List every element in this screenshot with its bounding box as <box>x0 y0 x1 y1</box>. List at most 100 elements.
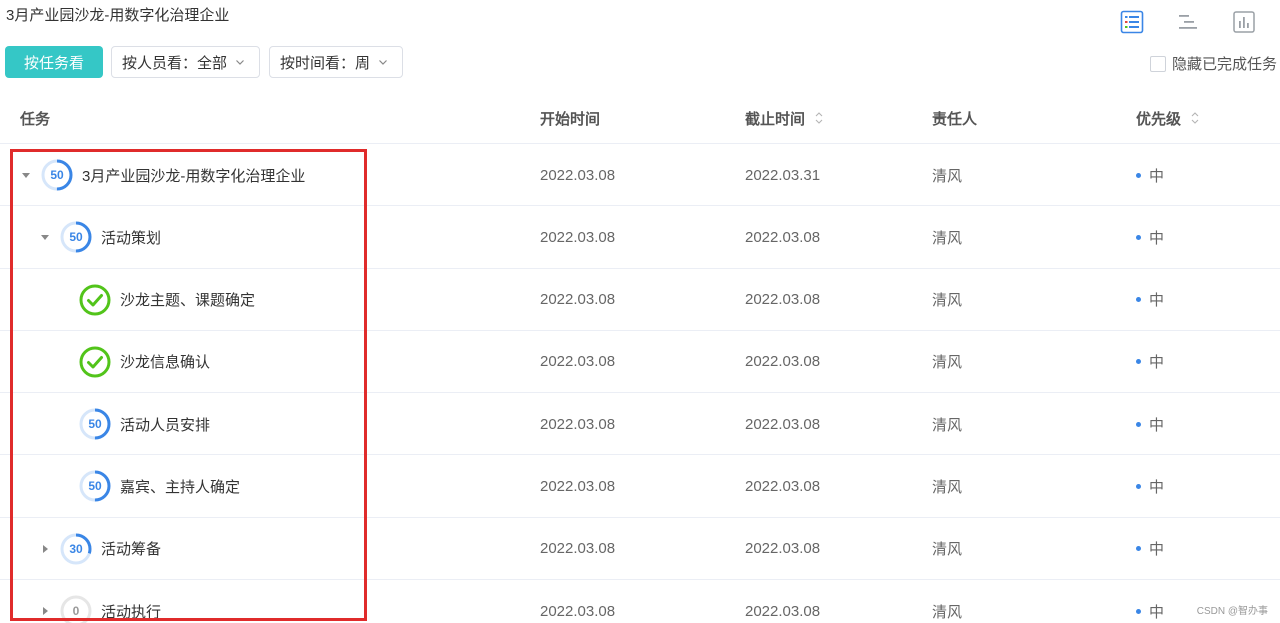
task-name[interactable]: 沙龙信息确认 <box>120 351 210 372</box>
header-priority[interactable]: 优先级 <box>1136 92 1199 144</box>
progress-ring: 0 <box>59 594 93 623</box>
start-date: 2022.03.08 <box>540 291 616 309</box>
table-header: 任务 开始时间 截止时间 责任人 优先级 <box>0 92 1280 144</box>
owner: 清风 <box>932 416 963 434</box>
priority-dot-icon <box>1136 234 1141 240</box>
hide-completed-label: 隐藏已完成任务 <box>1171 56 1277 73</box>
by-person-dropdown[interactable]: 按人员看：全部 <box>111 46 260 78</box>
hide-completed-checkbox[interactable] <box>1149 55 1166 72</box>
chart-view-icon[interactable] <box>1232 10 1256 34</box>
owner: 清风 <box>932 603 963 621</box>
sort-icon[interactable] <box>1191 111 1199 125</box>
priority-label: 中 <box>1149 354 1165 372</box>
task-cell: 0 活动执行 <box>20 580 360 623</box>
task-name[interactable]: 嘉宾、主持人确定 <box>120 476 240 497</box>
owner: 清风 <box>932 354 963 372</box>
end-date: 2022.03.31 <box>745 166 821 184</box>
task-name[interactable]: 沙龙主题、课题确定 <box>120 289 255 310</box>
priority-label: 中 <box>1149 478 1165 496</box>
end-date: 2022.03.08 <box>745 477 821 495</box>
caret-spacer <box>58 294 70 306</box>
by-time-dropdown[interactable]: 按时间看：周 <box>269 46 403 78</box>
owner: 清风 <box>932 229 963 247</box>
header-start-label: 开始时间 <box>540 110 601 128</box>
caret-right-icon[interactable] <box>39 605 51 617</box>
owner: 清风 <box>932 167 963 185</box>
priority-cell: 中 <box>1136 144 1164 206</box>
task-cell: 50 嘉宾、主持人确定 <box>20 455 360 517</box>
end-date: 2022.03.08 <box>745 353 821 371</box>
sort-icon[interactable] <box>815 111 823 125</box>
caret-spacer <box>58 418 70 430</box>
table-row[interactable]: 0 活动执行 2022.03.08 2022.03.08 清风 中 <box>0 580 1280 623</box>
task-name[interactable]: 活动筹备 <box>101 538 161 559</box>
task-cell: 50 3月产业园沙龙-用数字化治理企业 <box>20 144 360 206</box>
caret-spacer <box>58 356 70 368</box>
header-task: 任务 <box>20 92 50 144</box>
table-row[interactable]: 50 嘉宾、主持人确定 2022.03.08 2022.03.08 清风 中 <box>0 455 1280 518</box>
table-row[interactable]: 30 活动筹备 2022.03.08 2022.03.08 清风 中 <box>0 518 1280 581</box>
end-date: 2022.03.08 <box>745 291 821 309</box>
view-switch <box>1120 10 1280 34</box>
priority-cell: 中 <box>1136 393 1164 455</box>
start-date: 2022.03.08 <box>540 540 616 558</box>
end-date: 2022.03.08 <box>745 540 821 558</box>
caret-down-icon[interactable] <box>20 169 32 181</box>
table-row[interactable]: 沙龙信息确认 2022.03.08 2022.03.08 清风 中 <box>0 331 1280 394</box>
table-row[interactable]: 50 活动策划 2022.03.08 2022.03.08 清风 中 <box>0 206 1280 269</box>
task-name[interactable]: 活动执行 <box>101 601 161 622</box>
task-name[interactable]: 3月产业园沙龙-用数字化治理企业 <box>82 165 305 186</box>
priority-cell: 中 <box>1136 269 1164 331</box>
start-date: 2022.03.08 <box>540 477 616 495</box>
progress-label: 50 <box>69 230 83 245</box>
header-start: 开始时间 <box>540 92 600 144</box>
header-priority-label: 优先级 <box>1136 110 1182 128</box>
priority-cell: 中 <box>1136 518 1164 580</box>
header-end-label: 截止时间 <box>745 110 806 128</box>
progress-ring: 50 <box>78 469 112 503</box>
priority-dot-icon <box>1136 483 1141 489</box>
progress-label: 30 <box>69 541 83 556</box>
chevron-down-icon <box>379 60 387 65</box>
progress-label: 50 <box>50 168 64 182</box>
priority-dot-icon <box>1136 172 1141 178</box>
header-task-label: 任务 <box>20 110 51 128</box>
task-table: 任务 开始时间 截止时间 责任人 优先级 50 3月产业园沙龙-用数字化治理企业 2… <box>0 92 1280 623</box>
priority-label: 中 <box>1149 229 1165 247</box>
progress-ring: 50 <box>78 407 112 441</box>
hide-completed-toggle[interactable]: 隐藏已完成任务 <box>1149 53 1277 74</box>
caret-right-icon[interactable] <box>39 543 51 555</box>
owner: 清风 <box>932 292 963 310</box>
priority-dot-icon <box>1136 608 1141 614</box>
progress-ring: 50 <box>59 220 93 254</box>
table-row[interactable]: 沙龙主题、课题确定 2022.03.08 2022.03.08 清风 中 <box>0 269 1280 331</box>
table-row[interactable]: 50 3月产业园沙龙-用数字化治理企业 2022.03.08 2022.03.31 清风… <box>0 144 1280 207</box>
progress-label: 50 <box>88 479 102 494</box>
priority-cell: 中 <box>1136 331 1164 393</box>
header-owner-label: 责任人 <box>932 110 978 128</box>
priority-cell: 中 <box>1136 580 1164 623</box>
task-cell: 30 活动筹备 <box>20 518 360 580</box>
end-date: 2022.03.08 <box>745 415 821 433</box>
by-task-button[interactable]: 按任务看 <box>5 46 103 78</box>
check-circle-icon <box>78 345 112 379</box>
priority-label: 中 <box>1149 167 1165 185</box>
start-date: 2022.03.08 <box>540 228 616 246</box>
start-date: 2022.03.08 <box>540 166 616 184</box>
priority-dot-icon <box>1136 297 1141 303</box>
by-time-label: 按时间看：周 <box>280 54 371 72</box>
header-end[interactable]: 截止时间 <box>745 92 823 144</box>
progress-ring: 30 <box>59 532 93 566</box>
owner: 清风 <box>932 478 963 496</box>
caret-down-icon[interactable] <box>39 231 51 243</box>
progress-label: 0 <box>72 604 80 619</box>
task-name[interactable]: 活动策划 <box>101 227 161 248</box>
list-view-icon[interactable] <box>1120 10 1144 34</box>
end-date: 2022.03.08 <box>745 228 821 246</box>
gantt-view-icon[interactable] <box>1176 10 1200 34</box>
chevron-down-icon <box>236 60 244 65</box>
table-row[interactable]: 50 活动人员安排 2022.03.08 2022.03.08 清风 中 <box>0 393 1280 456</box>
progress-ring: 50 <box>40 158 74 192</box>
start-date: 2022.03.08 <box>540 602 616 620</box>
task-name[interactable]: 活动人员安排 <box>120 414 210 435</box>
